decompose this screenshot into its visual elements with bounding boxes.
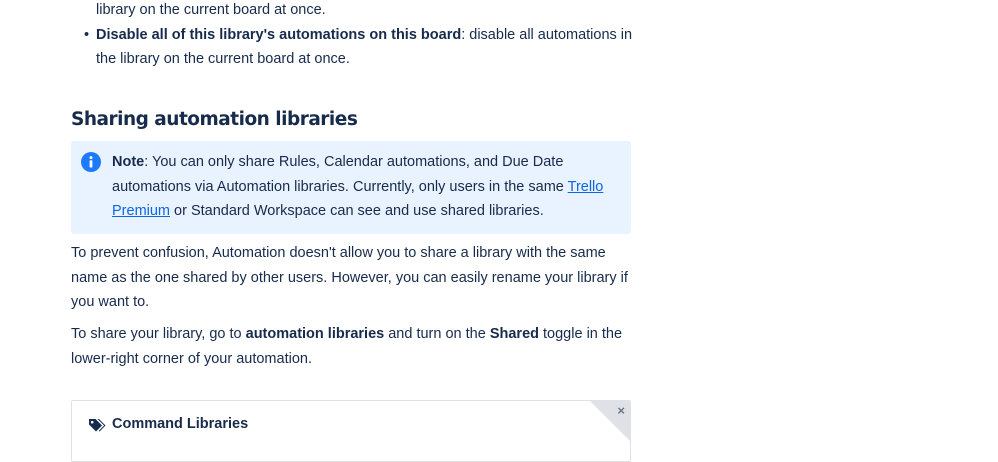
list-item: library on the current board at once. — [71, 0, 633, 23]
note-text-before-link: : You can only share Rules, Calendar aut… — [112, 154, 568, 195]
bullet-list: library on the current board at once. • … — [71, 0, 633, 72]
command-libraries-card: × Command Libraries — [71, 400, 631, 462]
bullet-dot: • — [84, 26, 90, 43]
note-text-after-link: or Standard Workspace can see and use sh… — [170, 203, 544, 219]
paragraph-sharing: To share your library, go to automation … — [71, 322, 633, 371]
list-item: • Disable all of this library's automati… — [71, 23, 633, 72]
paragraph-naming: To prevent confusion, Automation doesn't… — [71, 245, 628, 310]
note-label: Note — [112, 154, 145, 170]
card-title: Command Libraries — [112, 416, 249, 432]
note-panel: Note: You can only share Rules, Calendar… — [71, 141, 631, 234]
paragraph-text: To share your library, go to — [71, 326, 246, 342]
list-item-text: library on the current board at once. — [96, 2, 326, 18]
tags-icon — [89, 419, 106, 432]
section-heading: Sharing automation libraries — [71, 109, 358, 130]
list-item-bold-label: Disable all of this library's automation… — [96, 26, 462, 43]
note-text: Note: You can only share Rules, Calendar… — [112, 150, 612, 224]
close-icon[interactable]: × — [617, 404, 625, 417]
automation-libraries-label: automation libraries — [245, 326, 385, 342]
shared-toggle-label: Shared — [489, 326, 539, 342]
paragraph-text: and turn on the — [384, 326, 490, 342]
info-icon — [81, 152, 101, 172]
